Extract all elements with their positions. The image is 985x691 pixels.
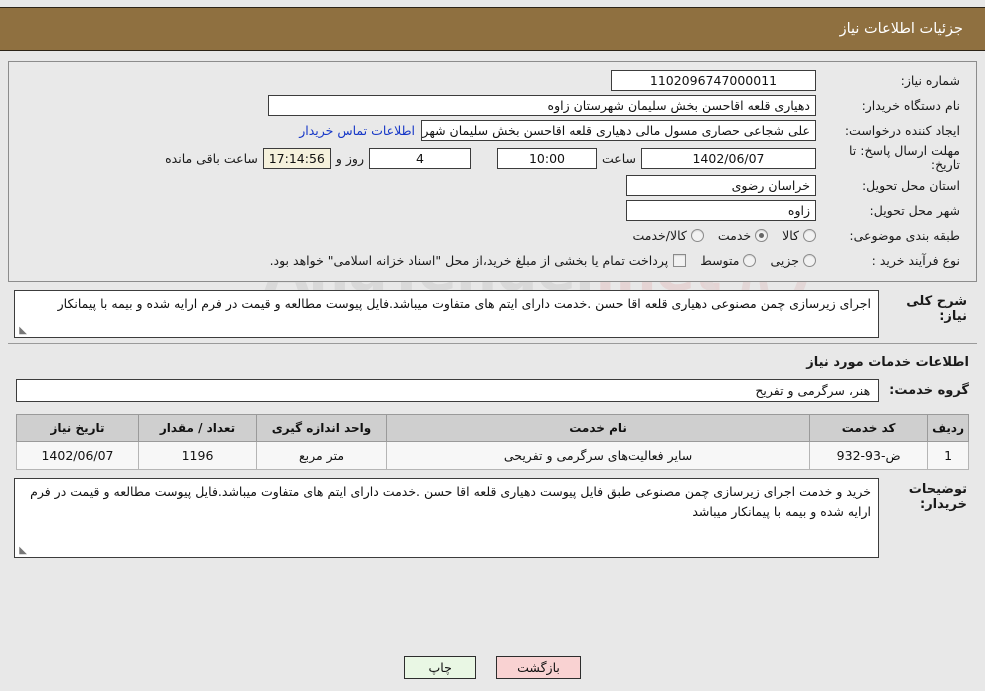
field-buyer-org[interactable]: دهیاری قلعه اقاحسن بخش سلیمان شهرستان زا…: [268, 95, 816, 116]
label-city: شهر محل تحویل:: [869, 203, 960, 218]
label-days: روز و: [335, 150, 364, 166]
col-code: کد خدمت: [809, 414, 929, 442]
col-row: ردیف: [927, 414, 969, 442]
radio-label-purchase-motevaset: متوسط: [700, 253, 740, 268]
field-requester[interactable]: علی شجاعی حصاری مسول مالی دهیاری قلعه اق…: [421, 120, 816, 141]
radio-label-category-kala: کالا: [782, 228, 799, 243]
radio-purchase-motevaset[interactable]: [743, 254, 757, 267]
cell-unit: متر مربع: [256, 441, 387, 470]
radio-purchase-jozii[interactable]: [803, 254, 816, 267]
field-province[interactable]: خراسان رضوی: [626, 175, 816, 196]
resize-grip-icon[interactable]: ◣: [17, 326, 27, 336]
table-header-row: ردیف کد خدمت نام خدمت واحد اندازه گیری ت…: [16, 414, 969, 442]
label-service-group: گروه خدمت:: [889, 383, 969, 398]
main-panel: شماره نیاز: 1102096747000011 نام دستگاه …: [8, 61, 977, 641]
label-islamic-treasury: پرداخت تمام یا بخشی از مبلغ خرید،از محل …: [269, 253, 669, 268]
radio-label-purchase-jozii: جزیی: [770, 253, 799, 268]
services-table: ردیف کد خدمت نام خدمت واحد اندازه گیری ت…: [16, 414, 969, 470]
radio-category-kala-khedmat[interactable]: [690, 229, 704, 242]
field-countdown: 17:14:56: [262, 147, 331, 169]
row-general-description: شرح کلی نیاز: اجرای زیرسازی چمن مصنوعی د…: [8, 286, 977, 340]
footer-buttons: بازگشت چاپ: [0, 656, 985, 679]
row-province: استان محل تحویل: خراسان رضوی: [13, 173, 972, 198]
divider: [8, 343, 977, 344]
cell-code: ض-93-932: [809, 441, 929, 470]
field-need-number[interactable]: 1102096747000011: [611, 70, 816, 91]
page-title: جزئیات اطلاعات نیاز: [839, 21, 963, 37]
label-deadline: مهلت ارسال پاسخ: تا تاریخ:: [849, 143, 960, 172]
row-category: طبقه بندی موضوعی: کالا خدمت کالا/خدمت: [13, 223, 972, 248]
buyer-contact-link[interactable]: اطلاعات تماس خریدار: [293, 123, 421, 138]
col-quantity: تعداد / مقدار: [138, 414, 257, 442]
row-need-number: شماره نیاز: 1102096747000011: [13, 68, 972, 93]
label-province: استان محل تحویل:: [861, 178, 960, 193]
table-row: 1 ض-93-932 سایر فعالیت‌های سرگرمی و تفری…: [16, 441, 969, 470]
field-general-description[interactable]: اجرای زیرسازی چمن مصنوعی دهیاری قلعه اقا…: [14, 290, 879, 338]
cell-quantity: 1196: [138, 441, 257, 470]
col-unit: واحد اندازه گیری: [256, 414, 387, 442]
page-header-bar: جزئیات اطلاعات نیاز: [0, 7, 985, 51]
field-deadline-date[interactable]: 1402/06/07: [641, 147, 816, 169]
label-requester: ایجاد کننده درخواست:: [844, 123, 960, 138]
label-category: طبقه بندی موضوعی:: [849, 228, 960, 243]
field-service-group[interactable]: هنر، سرگرمی و تفریح: [16, 379, 880, 402]
services-heading: اطلاعات خدمات مورد نیاز: [806, 355, 969, 370]
row-requester: ایجاد کننده درخواست: علی شجاعی حصاری مسو…: [13, 118, 972, 143]
col-name: نام خدمت: [385, 414, 811, 442]
field-remaining-days: 4: [368, 147, 471, 169]
cell-name: سایر فعالیت‌های سرگرمی و تفریحی: [385, 441, 811, 470]
radio-category-kala[interactable]: [803, 229, 816, 242]
services-section: اطلاعات خدمات مورد نیاز گروه خدمت: هنر، …: [8, 348, 977, 470]
radio-label-category-khedmat: خدمت: [717, 228, 752, 243]
field-deadline-time[interactable]: 10:00: [496, 147, 597, 169]
general-description-box: شرح کلی نیاز: اجرای زیرسازی چمن مصنوعی د…: [8, 286, 977, 344]
checkbox-islamic-treasury[interactable]: [673, 254, 687, 267]
label-countdown: ساعت باقی مانده: [165, 150, 258, 166]
label-deadline-time: ساعت: [601, 150, 636, 166]
resize-grip-icon-notes[interactable]: ◣: [17, 546, 27, 556]
row-deadline: مهلت ارسال پاسخ: تا تاریخ: 1402/06/07 سا…: [13, 143, 972, 173]
cell-need-date: 1402/06/07: [16, 441, 139, 470]
label-purchase-type: نوع فرآیند خرید :: [871, 253, 960, 268]
radio-label-category-kala-khedmat: کالا/خدمت: [632, 228, 687, 243]
label-general-description: شرح کلی نیاز:: [906, 294, 967, 324]
col-need-date: تاریخ نیاز: [16, 414, 139, 442]
services-table-wrap: ردیف کد خدمت نام خدمت واحد اندازه گیری ت…: [8, 410, 977, 470]
field-city[interactable]: زاوه: [626, 200, 816, 221]
general-description-text: اجرای زیرسازی چمن مصنوعی دهیاری قلعه اقا…: [57, 296, 871, 311]
cell-row: 1: [927, 441, 969, 470]
row-buyer-notes: توضیحات خریدار: خرید و خدمت اجرای زیرساز…: [8, 470, 977, 562]
label-buyer-notes: توضیحات خریدار:: [908, 482, 967, 512]
page-root: جزئیات اطلاعات نیاز AnaTender.net شماره …: [0, 0, 985, 691]
print-button[interactable]: چاپ: [404, 656, 477, 679]
need-info-box: شماره نیاز: 1102096747000011 نام دستگاه …: [8, 61, 977, 282]
field-buyer-notes[interactable]: خرید و خدمت اجرای زیرسازی چمن مصنوعی طبق…: [14, 478, 879, 558]
back-button[interactable]: بازگشت: [496, 656, 581, 679]
label-need-number: شماره نیاز:: [900, 73, 960, 88]
row-city: شهر محل تحویل: زاوه: [13, 198, 972, 223]
buyer-notes-text: خرید و خدمت اجرای زیرسازی چمن مصنوعی طبق…: [26, 484, 871, 519]
row-buyer-org: نام دستگاه خریدار: دهیاری قلعه اقاحسن بخ…: [13, 93, 972, 118]
row-purchase-type: نوع فرآیند خرید : جزیی متوسط پرداخت تمام…: [13, 248, 972, 273]
label-buyer-org: نام دستگاه خریدار:: [861, 98, 960, 113]
row-service-group: گروه خدمت: هنر، سرگرمی و تفریح: [8, 375, 977, 410]
radio-category-khedmat[interactable]: [755, 229, 769, 242]
